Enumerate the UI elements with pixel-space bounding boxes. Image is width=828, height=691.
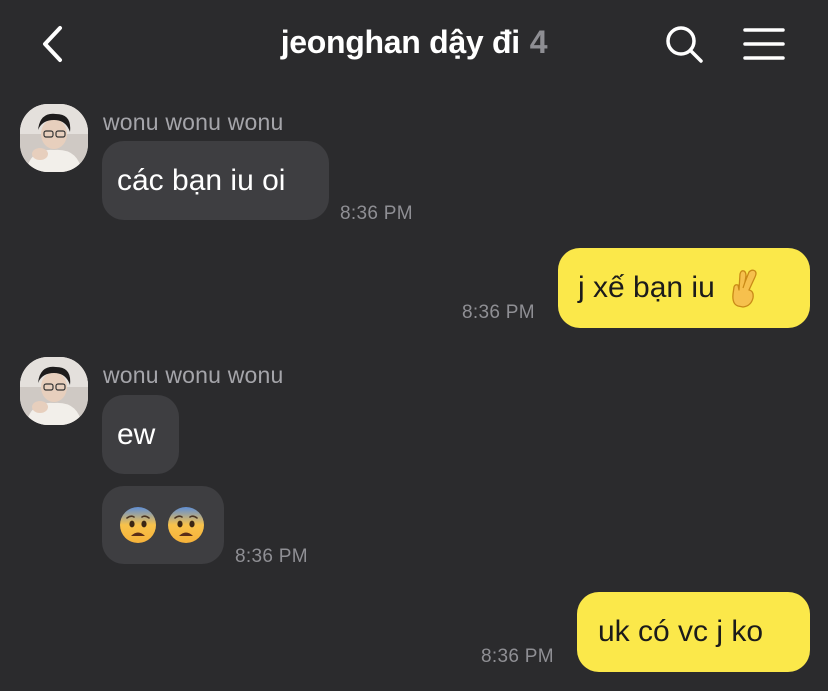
message-text: các bạn iu oi [117, 163, 286, 197]
search-button[interactable] [662, 22, 706, 66]
incoming-message-bubble[interactable]: các bạn iu oi [102, 141, 329, 220]
avatar[interactable] [20, 357, 88, 425]
message-timestamp: 8:36 PM [462, 302, 535, 323]
profile-photo [20, 357, 88, 425]
chat-title-text: jeonghan dậy đi [280, 24, 520, 60]
member-count: 4 [529, 24, 548, 60]
chat-header: jeonghan dậy đi 4 [0, 0, 828, 88]
profile-photo [20, 104, 88, 172]
incoming-message-bubble[interactable]: ew [102, 395, 179, 474]
message-text: j xế bạn iu [578, 271, 715, 304]
outgoing-message-bubble[interactable]: uk có vc j ko [577, 592, 810, 672]
message-text: uk có vc j ko [598, 615, 764, 648]
avatar[interactable] [20, 104, 88, 172]
outgoing-message-bubble[interactable]: j xế bạn iu [558, 248, 810, 328]
message-timestamp: 8:36 PM [481, 646, 554, 667]
message-text: ew [117, 417, 156, 451]
search-icon [666, 26, 703, 63]
message-timestamp: 8:36 PM [340, 203, 413, 224]
anxious-face-emoji [166, 505, 206, 545]
anxious-face-emoji [118, 505, 158, 545]
sender-name: wonu wonu wonu [103, 109, 284, 135]
message-timestamp: 8:36 PM [235, 546, 308, 567]
incoming-emoji-bubble[interactable] [102, 486, 224, 564]
menu-button[interactable] [740, 22, 788, 66]
sender-name: wonu wonu wonu [103, 362, 284, 388]
hamburger-menu-icon [743, 28, 785, 60]
chat-screen: jeonghan dậy đi 4 wonu wonu wonu các bạn… [0, 0, 828, 691]
crossed-fingers-emoji [729, 268, 759, 308]
